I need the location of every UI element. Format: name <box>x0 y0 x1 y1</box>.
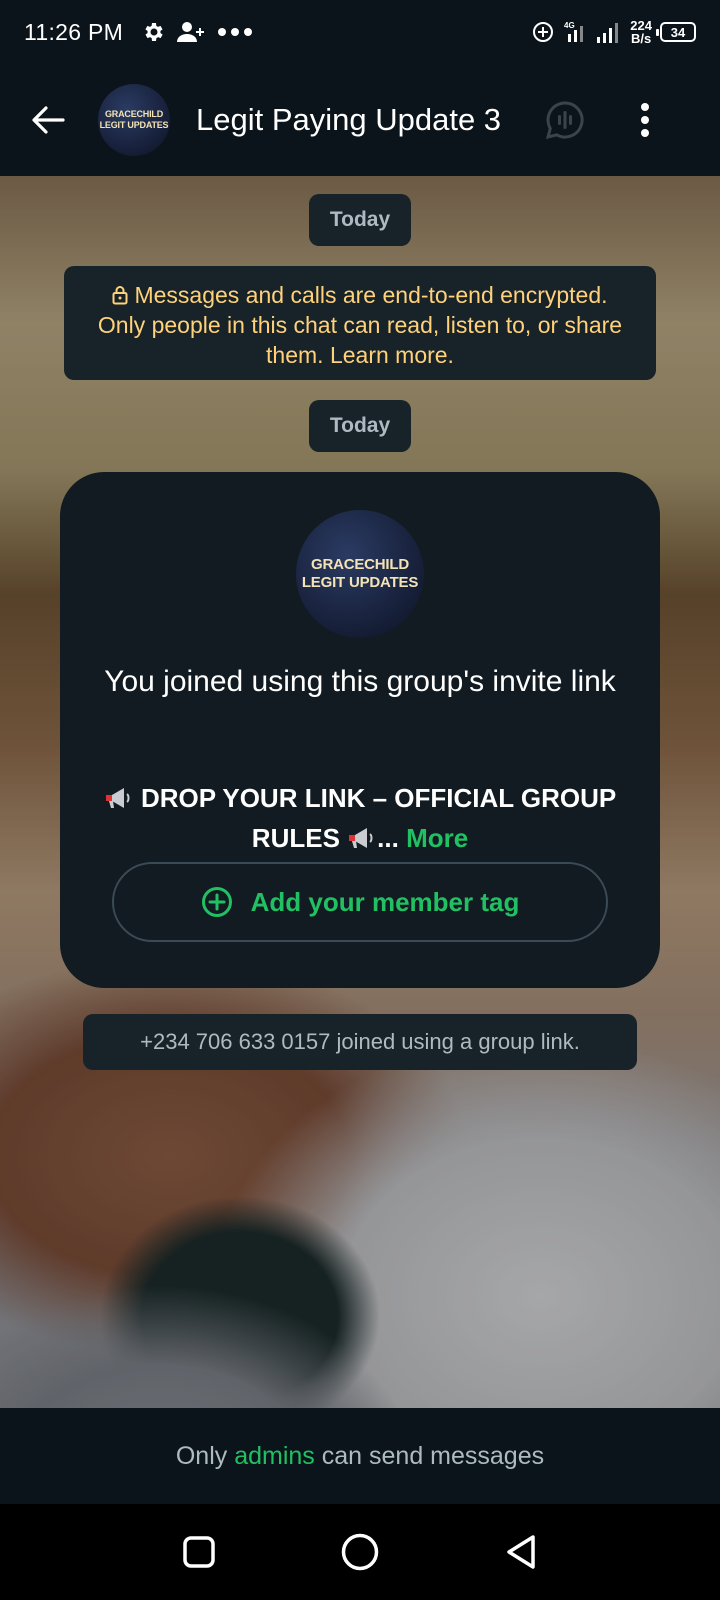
net-speed: 224 B/s <box>630 19 652 45</box>
date-chip: Today <box>309 400 411 452</box>
notice-suffix: can send messages <box>321 1441 545 1470</box>
back-button[interactable] <box>20 92 76 148</box>
admin-only-notice: Only admins can send messages <box>0 1408 720 1504</box>
status-bar: 11:26 PM 4G 224 B/s 34 <box>0 0 720 64</box>
card-avatar-text-line2: LEGIT UPDATES <box>301 574 419 591</box>
gear-icon <box>145 23 163 41</box>
megaphone-icon <box>349 828 373 848</box>
card-group-avatar[interactable]: GRACECHILD LEGIT UPDATES <box>296 510 424 638</box>
system-nav-bar <box>0 1504 720 1600</box>
chat-header: GRACECHILD LEGIT UPDATES Legit Paying Up… <box>0 64 720 176</box>
net-speed-unit: B/s <box>631 31 652 46</box>
signal-icon: 4G <box>564 21 584 42</box>
megaphone-icon <box>105 788 130 808</box>
more-link[interactable]: More <box>406 823 468 853</box>
battery-level: 34 <box>670 24 686 40</box>
joined-notice: +234 706 633 0157 joined using a group l… <box>83 1014 637 1070</box>
svg-text:4G: 4G <box>564 21 575 30</box>
home-button[interactable] <box>330 1522 390 1582</box>
add-contact-icon <box>177 22 205 42</box>
recents-icon <box>182 1536 215 1568</box>
avatar-text-line1: GRACECHILD <box>105 109 163 119</box>
status-time: 11:26 PM <box>24 18 124 45</box>
back-triangle-icon <box>507 1535 536 1569</box>
group-avatar[interactable]: GRACECHILD LEGIT UPDATES <box>98 84 170 156</box>
more-vertical-icon <box>641 103 650 137</box>
home-icon <box>341 1533 379 1571</box>
battery-icon: 34 <box>656 22 696 42</box>
add-circle-icon <box>201 887 232 917</box>
member-tag-label: Add your member tag <box>250 886 520 917</box>
avatar-text-line2: LEGIT UPDATES <box>99 120 169 130</box>
menu-button[interactable] <box>625 92 665 148</box>
encryption-text: Messages and calls are end-to-end encryp… <box>97 282 623 368</box>
more-dots-icon <box>218 28 253 36</box>
status-notification-icons <box>141 20 253 44</box>
lock-icon <box>112 286 128 305</box>
group-description: DROP YOUR LINK – OFFICIAL GROUP RULES ..… <box>100 778 620 858</box>
encryption-notice[interactable]: Messages and calls are end-to-end encryp… <box>64 266 656 380</box>
chat-area[interactable]: Today Messages and calls are end-to-end … <box>0 176 720 1408</box>
signal-strength-icon <box>597 23 619 43</box>
invite-card-title: You joined using this group's invite lin… <box>104 665 616 698</box>
card-avatar-text-line1: GRACECHILD <box>311 556 409 573</box>
status-system-icons: 4G 224 B/s 34 <box>532 19 696 45</box>
back-arrow-icon <box>32 106 65 134</box>
back-nav-button[interactable] <box>491 1522 551 1582</box>
data-saver-icon <box>533 22 554 42</box>
description-ellipsis: ... <box>377 823 399 853</box>
voice-chat-button[interactable] <box>543 98 587 142</box>
admins-link[interactable]: admins <box>234 1442 315 1471</box>
group-title[interactable]: Legit Paying Update 3 <box>196 102 501 138</box>
recents-button[interactable] <box>169 1522 229 1582</box>
voice-chat-icon <box>545 101 584 140</box>
invite-card: GRACECHILD LEGIT UPDATES You joined usin… <box>60 472 660 988</box>
add-member-tag-button[interactable]: Add your member tag <box>112 862 608 942</box>
notice-prefix: Only <box>175 1441 228 1470</box>
date-chip: Today <box>309 194 411 246</box>
